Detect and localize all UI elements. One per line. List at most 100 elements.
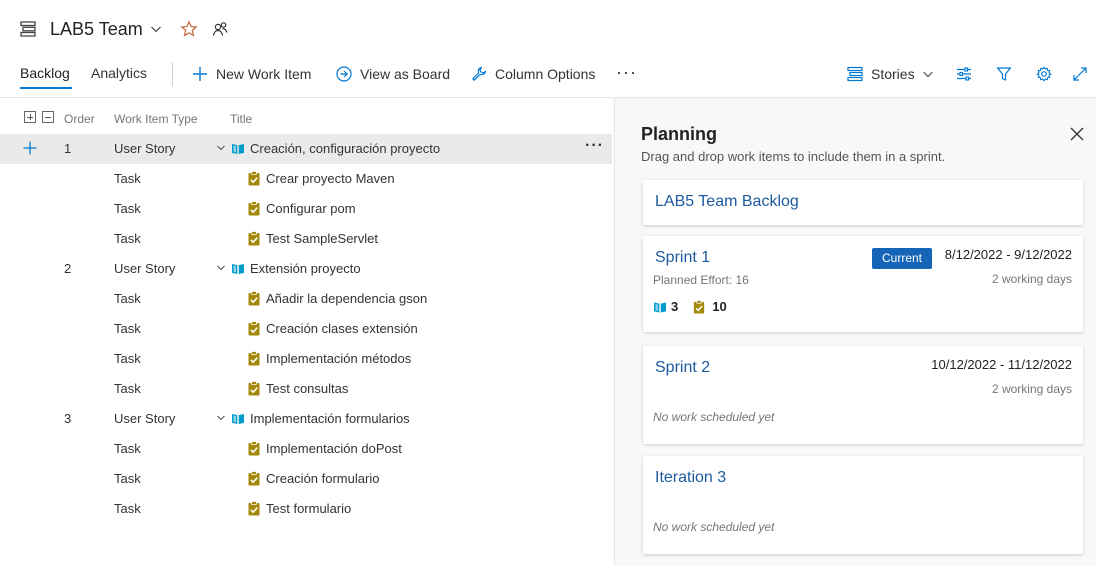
team-members-icon[interactable]: [211, 20, 229, 38]
team-backlog-card[interactable]: LAB5 Team Backlog: [643, 180, 1083, 225]
no-work-message: No work scheduled yet: [653, 410, 775, 424]
table-row[interactable]: Task Test consultas: [0, 374, 612, 404]
title-cell[interactable]: Test formulario: [266, 501, 351, 516]
fullscreen-button[interactable]: [1070, 64, 1090, 84]
title-cell[interactable]: Implementación formularios: [250, 411, 410, 426]
collapse-all-button[interactable]: [42, 111, 54, 123]
table-row[interactable]: Task Crear proyecto Maven: [0, 164, 612, 194]
task-icon: [247, 321, 261, 336]
gear-icon: [1036, 66, 1052, 82]
user-story-icon: [231, 261, 245, 276]
task-icon: [247, 441, 261, 456]
expand-icon: [1073, 67, 1087, 81]
user-story-icon: [231, 141, 245, 156]
table-row[interactable]: Task Implementación doPost: [0, 434, 612, 464]
iteration-name[interactable]: Iteration 3: [655, 469, 726, 487]
chevron-down-icon[interactable]: [216, 263, 226, 273]
favorite-star-icon[interactable]: [180, 20, 198, 38]
user-story-icon: [231, 411, 245, 426]
task-icon: [247, 351, 261, 366]
backlog-level-label: Stories: [871, 66, 915, 82]
iteration-card[interactable]: Iteration 3 No work scheduled yet: [643, 456, 1083, 554]
team-title-row: LAB5 Team: [19, 16, 229, 42]
planned-effort: Planned Effort: 16: [653, 273, 749, 287]
add-child-icon[interactable]: [22, 140, 38, 156]
order-cell: 2: [64, 261, 72, 276]
task-icon: [247, 231, 261, 246]
table-row[interactable]: Task Test formulario: [0, 494, 612, 524]
filter-icon: [996, 67, 1012, 81]
table-row[interactable]: Task Creación clases extensión: [0, 314, 612, 344]
task-icon: [247, 501, 261, 516]
user-story-icon: [653, 300, 667, 314]
settings-button[interactable]: [1034, 64, 1054, 84]
toolbar-divider: [172, 62, 173, 86]
team-backlog-link[interactable]: LAB5 Team Backlog: [655, 193, 799, 211]
type-cell: Task: [114, 471, 141, 486]
view-as-board-button[interactable]: View as Board: [336, 63, 450, 85]
tab-analytics[interactable]: Analytics: [91, 65, 147, 81]
table-row[interactable]: 1 User Story Creación, configuración pro…: [0, 134, 612, 164]
header: LAB5 Team Backlog Analytics New Work Ite…: [0, 0, 1096, 98]
type-cell: Task: [114, 231, 141, 246]
more-actions-button[interactable]: ···: [616, 62, 637, 83]
column-options-button[interactable]: Column Options: [471, 63, 595, 85]
table-row[interactable]: 2 User Story Extensión proyecto: [0, 254, 612, 284]
view-options-button[interactable]: [954, 64, 974, 84]
type-cell: User Story: [114, 261, 176, 276]
team-name[interactable]: LAB5 Team: [50, 19, 143, 40]
column-options-label: Column Options: [495, 66, 596, 82]
table-row[interactable]: Task Configurar pom: [0, 194, 612, 224]
title-cell[interactable]: Test consultas: [266, 381, 348, 396]
title-cell[interactable]: Test SampleServlet: [266, 231, 378, 246]
view-as-board-label: View as Board: [360, 66, 451, 82]
sprint-card[interactable]: Sprint 2 10/12/2022 - 11/12/2022 2 worki…: [643, 346, 1083, 444]
title-cell[interactable]: Configurar pom: [266, 201, 356, 216]
table-row[interactable]: Task Creación formulario: [0, 464, 612, 494]
table-row[interactable]: Task Test SampleServlet: [0, 224, 612, 254]
expand-all-button[interactable]: [24, 111, 36, 123]
title-cell[interactable]: Crear proyecto Maven: [266, 171, 395, 186]
title-cell[interactable]: Añadir la dependencia gson: [266, 291, 427, 306]
new-work-item-button[interactable]: New Work Item: [192, 63, 311, 85]
title-cell[interactable]: Creación clases extensión: [266, 321, 418, 336]
grid-header: Order Work Item Type Title: [0, 104, 612, 134]
title-cell[interactable]: Implementación métodos: [266, 351, 411, 366]
type-cell: Task: [114, 321, 141, 336]
type-cell: Task: [114, 171, 141, 186]
sprint-card[interactable]: Sprint 1 Current 8/12/2022 - 9/12/2022 2…: [643, 236, 1083, 332]
title-cell[interactable]: Creación formulario: [266, 471, 379, 486]
planning-subtitle: Drag and drop work items to include them…: [641, 149, 946, 164]
chevron-down-icon[interactable]: [216, 413, 226, 423]
order-cell: 3: [64, 411, 72, 426]
chevron-down-icon[interactable]: [149, 22, 163, 36]
type-cell: Task: [114, 441, 141, 456]
type-cell: Task: [114, 291, 141, 306]
type-cell: User Story: [114, 411, 176, 426]
title-cell[interactable]: Implementación doPost: [266, 441, 402, 456]
wrench-icon: [472, 66, 487, 81]
title-cell[interactable]: Creación, configuración proyecto: [250, 141, 440, 156]
task-icon: [247, 291, 261, 306]
sprint-work-counts: 3 10: [653, 299, 727, 314]
sprint-dates: 10/12/2022 - 11/12/2022: [931, 357, 1072, 372]
sprint-name[interactable]: Sprint 2: [655, 359, 710, 377]
table-row[interactable]: 3 User Story Implementación formularios: [0, 404, 612, 434]
table-row[interactable]: Task Añadir la dependencia gson: [0, 284, 612, 314]
row-more-button[interactable]: ···: [585, 137, 604, 155]
filter-button[interactable]: [994, 64, 1014, 84]
sprint-name[interactable]: Sprint 1: [655, 249, 710, 267]
backlog-level-icon: [847, 66, 863, 82]
column-header-title[interactable]: Title: [230, 112, 252, 126]
close-icon[interactable]: [1069, 126, 1085, 142]
title-cell[interactable]: Extensión proyecto: [250, 261, 361, 276]
column-header-type[interactable]: Work Item Type: [114, 112, 198, 126]
table-row[interactable]: Task Implementación métodos: [0, 344, 612, 374]
order-cell: 1: [64, 141, 72, 156]
column-header-order[interactable]: Order: [64, 112, 95, 126]
backlog-level-dropdown[interactable]: Stories: [847, 63, 934, 85]
story-count: 3: [671, 299, 679, 314]
tab-backlog[interactable]: Backlog: [20, 65, 70, 81]
chevron-down-icon[interactable]: [216, 143, 226, 153]
task-icon: [692, 300, 706, 314]
